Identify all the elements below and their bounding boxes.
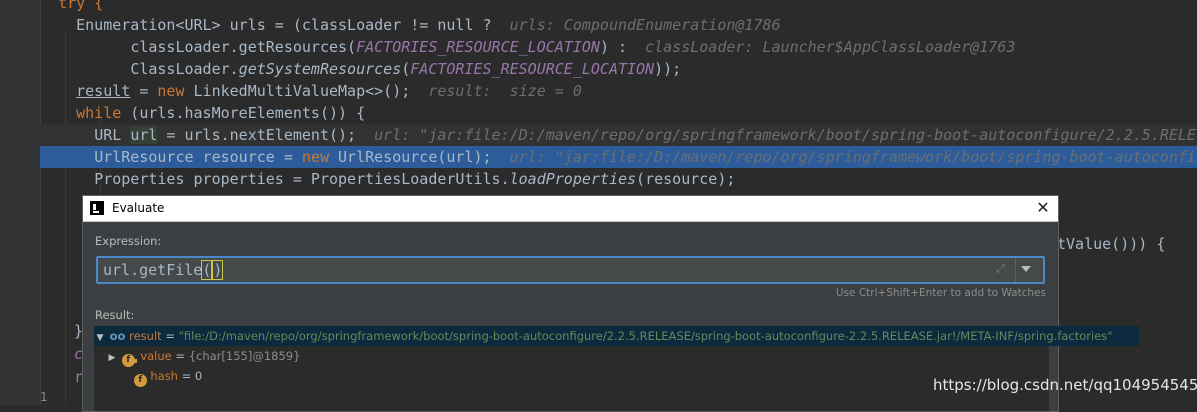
- code-line: URL url = urls.nextElement(); url: "jar:…: [40, 124, 1197, 146]
- close-button[interactable]: ✕: [1031, 197, 1055, 219]
- tree-row-result[interactable]: ▼ oo result = "file:/D:/maven/repo/org/s…: [94, 326, 1139, 346]
- expression-input[interactable]: url.getFile() ⤢: [96, 256, 1045, 284]
- dropdown-separator: [1015, 258, 1016, 282]
- execution-point-line: UrlResource resource = new UrlResource(u…: [40, 146, 1197, 168]
- lock-icon: [131, 359, 137, 363]
- result-tree[interactable]: ▼ oo result = "file:/D:/maven/repo/org/s…: [94, 326, 1139, 411]
- tree-row-value[interactable]: ▶ f value = {char[155]@1859}: [106, 346, 300, 368]
- result-label: Result:: [95, 308, 135, 322]
- dialog-title: Evaluate: [112, 201, 165, 215]
- expand-triangle-icon[interactable]: ▶: [106, 348, 118, 368]
- code-line: Properties properties = PropertiesLoader…: [94, 170, 736, 188]
- watch-icon: oo: [109, 329, 126, 343]
- expand-editor-icon[interactable]: ⤢: [996, 262, 1005, 276]
- add-to-watches-hint: Use Ctrl+Shift+Enter to add to Watches: [835, 287, 1046, 299]
- intellij-app-icon: [90, 201, 104, 215]
- expression-text[interactable]: url.getFile(): [103, 259, 224, 281]
- dialog-titlebar[interactable]: Evaluate ✕: [83, 196, 1058, 222]
- debug-inline-hint: url: "jar:file:/D:/maven/repo/org/spring…: [374, 126, 1196, 144]
- code-line: result = new LinkedMultiValueMap<>(); re…: [76, 82, 582, 100]
- debug-inline-hint: urls: CompoundEnumeration@1786: [509, 16, 781, 34]
- expression-label: Expression:: [95, 234, 162, 248]
- field-icon: f: [133, 374, 147, 387]
- code-line: while (urls.hasMoreElements()) {: [76, 104, 366, 122]
- collapse-triangle-icon[interactable]: ▼: [94, 328, 106, 348]
- line-number-gutter: [0, 0, 41, 405]
- code-line: ClassLoader.getSystemResources(FACTORIES…: [130, 60, 682, 78]
- code-fragment: tValue())) {: [1057, 235, 1166, 253]
- code-line: try {: [58, 0, 104, 12]
- tree-row-hash[interactable]: f hash = 0: [118, 366, 202, 387]
- code-line: classLoader.getResources(FACTORIES_RESOU…: [130, 38, 1016, 56]
- code-line: Enumeration<URL> urls = (classLoader != …: [76, 16, 781, 34]
- debug-inline-hint: result: size = 0: [428, 82, 582, 100]
- debug-inline-hint: classLoader: Launcher$AppClassLoader@176…: [645, 38, 1016, 56]
- evaluate-dialog: Evaluate ✕ Expression: url.getFile() ⤢ U…: [82, 195, 1139, 412]
- debug-inline-hint: url: "jar:file:/D:/maven/repo/org/spring…: [509, 148, 1196, 166]
- history-dropdown-icon[interactable]: [1021, 266, 1031, 272]
- csdn-watermark: https://blog.csdn.net/qq1049545450: [933, 376, 1197, 394]
